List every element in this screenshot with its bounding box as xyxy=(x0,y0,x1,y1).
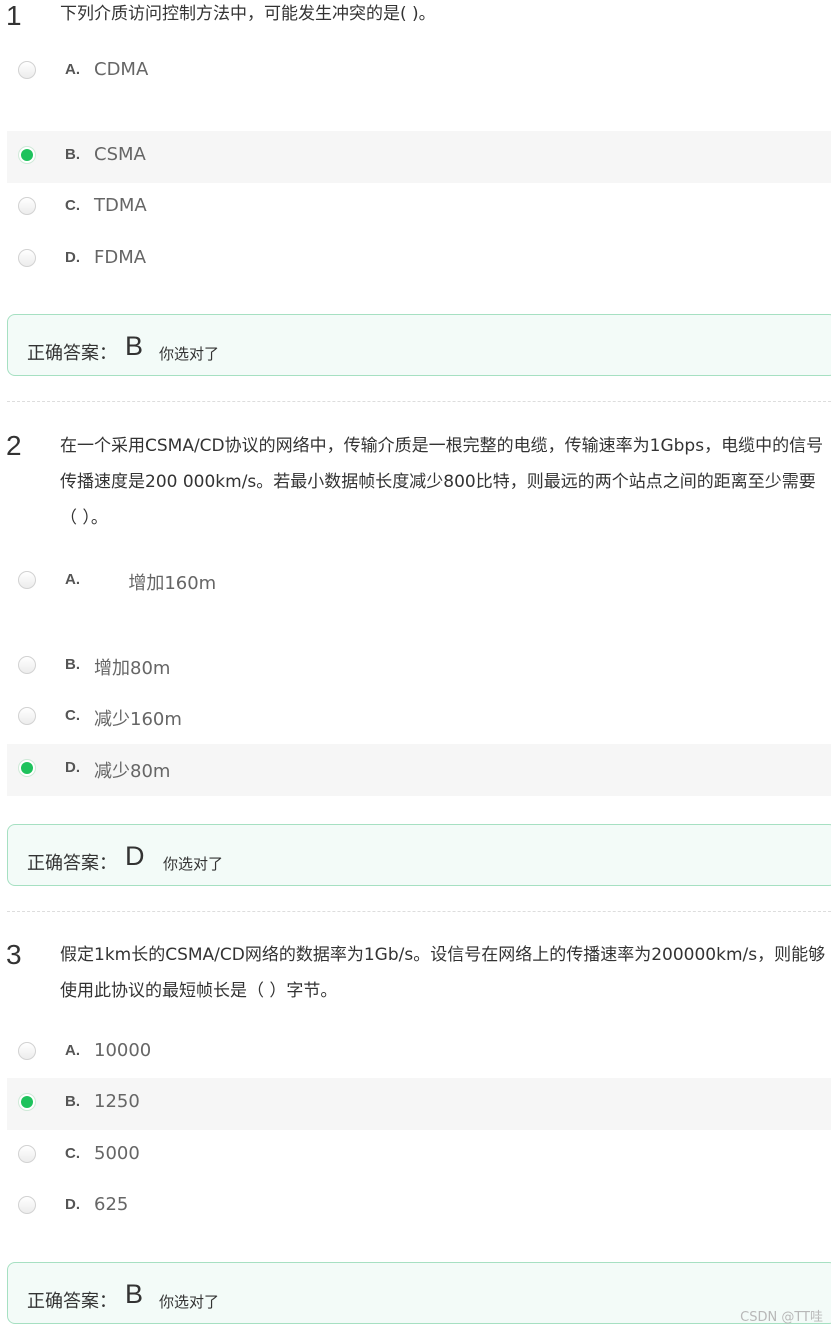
divider xyxy=(7,401,831,402)
answer-letter: B xyxy=(125,331,144,361)
radio-button[interactable] xyxy=(18,61,36,79)
option-text: CSMA xyxy=(94,144,146,165)
option-letter: B. xyxy=(65,146,80,163)
answer-box: 正确答案： B 你选对了 xyxy=(7,314,831,376)
option-text: FDMA xyxy=(94,247,147,268)
option-letter: C. xyxy=(65,707,80,724)
question-number: 1 xyxy=(6,0,22,31)
option-a[interactable]: A. 增加160m xyxy=(7,556,831,608)
option-text: 减少80m xyxy=(94,761,171,782)
option-text: 5000 xyxy=(94,1143,140,1164)
option-letter: D. xyxy=(65,759,80,776)
radio-button[interactable] xyxy=(18,1145,36,1163)
option-a[interactable]: A. CDMA xyxy=(7,46,831,98)
option-letter: B. xyxy=(65,656,80,673)
radio-button[interactable] xyxy=(18,1196,36,1214)
option-c[interactable]: C. 减少160m xyxy=(7,692,831,744)
option-letter: A. xyxy=(65,61,80,78)
option-text: 增加160m xyxy=(94,573,217,594)
radio-button[interactable] xyxy=(18,571,36,589)
option-d[interactable]: D. 减少80m xyxy=(7,744,831,796)
question-text: 下列介质访问控制方法中，可能发生冲突的是( )。 xyxy=(60,4,436,24)
answer-letter: B xyxy=(125,1279,144,1309)
option-c[interactable]: C. 5000 xyxy=(7,1130,831,1182)
answer-label: 正确答案： xyxy=(27,343,117,364)
radio-button[interactable] xyxy=(18,249,36,267)
answer-box: 正确答案： D 你选对了 xyxy=(7,824,831,886)
option-letter: A. xyxy=(65,571,80,588)
option-letter: C. xyxy=(65,197,80,214)
option-text: 10000 xyxy=(94,1040,152,1061)
radio-button[interactable] xyxy=(18,707,36,725)
option-text: 625 xyxy=(94,1194,129,1215)
option-b[interactable]: B. 增加80m xyxy=(7,641,831,693)
option-letter: D. xyxy=(65,249,80,266)
option-d[interactable]: D. FDMA xyxy=(7,234,831,286)
watermark: CSDN @TT哇 xyxy=(740,1310,823,1325)
answer-box: 正确答案： B 你选对了 xyxy=(7,1262,831,1324)
answer-letter: D xyxy=(125,841,145,871)
option-text: CDMA xyxy=(94,59,149,80)
option-d[interactable]: D. 625 xyxy=(7,1181,831,1233)
question-text: 在一个采用CSMA/CD协议的网络中，传输介质是一根完整的电缆，传输速率为1Gb… xyxy=(60,436,824,528)
option-text: 减少160m xyxy=(94,709,182,730)
answer-status: 你选对了 xyxy=(159,1293,220,1311)
option-text: TDMA xyxy=(94,195,147,216)
radio-button-selected[interactable] xyxy=(18,759,36,777)
option-b[interactable]: B. 1250 xyxy=(7,1078,831,1130)
answer-status: 你选对了 xyxy=(159,345,220,363)
option-letter: A. xyxy=(65,1042,80,1059)
radio-button-selected[interactable] xyxy=(18,1093,36,1111)
option-a[interactable]: A. 10000 xyxy=(7,1027,831,1079)
question-number: 3 xyxy=(6,939,22,970)
question-text: 假定1km长的CSMA/CD网络的数据率为1Gb/s。设信号在网络上的传播速率为… xyxy=(60,945,826,1001)
radio-button-selected[interactable] xyxy=(18,146,36,164)
answer-label: 正确答案： xyxy=(27,1291,117,1312)
option-letter: B. xyxy=(65,1093,80,1110)
radio-button[interactable] xyxy=(18,197,36,215)
option-b[interactable]: B. CSMA xyxy=(7,131,831,183)
option-c[interactable]: C. TDMA xyxy=(7,182,831,234)
radio-button[interactable] xyxy=(18,1042,36,1060)
answer-status: 你选对了 xyxy=(163,855,224,873)
question-number: 2 xyxy=(6,430,22,461)
option-letter: C. xyxy=(65,1145,80,1162)
divider xyxy=(7,911,831,912)
option-text: 增加80m xyxy=(94,658,171,679)
option-letter: D. xyxy=(65,1196,80,1213)
answer-label: 正确答案： xyxy=(27,853,117,874)
radio-button[interactable] xyxy=(18,656,36,674)
option-text: 1250 xyxy=(94,1091,140,1112)
